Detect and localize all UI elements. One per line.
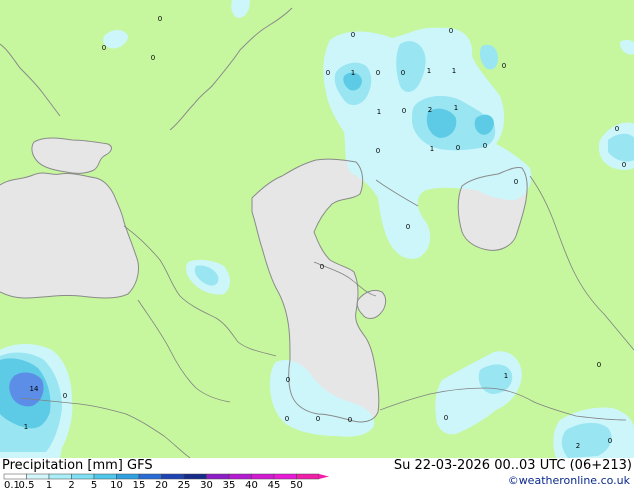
point-value: 0 bbox=[102, 44, 106, 52]
point-value: 0 bbox=[326, 69, 330, 77]
legend-label: 2 bbox=[68, 480, 74, 490]
legend-swatch bbox=[206, 473, 230, 480]
point-value: 0 bbox=[402, 107, 406, 115]
point-value: 0 bbox=[63, 392, 67, 400]
point-value: 0 bbox=[514, 178, 518, 186]
point-value: 0 bbox=[401, 69, 405, 77]
copyright-link[interactable]: ©weatheronline.co.uk bbox=[508, 475, 630, 486]
legend-arrow bbox=[319, 474, 329, 479]
legend-label: 40 bbox=[245, 480, 258, 490]
legend-swatch bbox=[161, 473, 185, 480]
point-value: 0 bbox=[608, 437, 612, 445]
point-value: 1 bbox=[427, 67, 431, 75]
precipitation-map: 0 0 0 0 0 0 1 0 0 1 1 0 1 0 2 1 0 1 0 0 0 0 0 0 0 0 1 0 14 0 1 0 0 0 0 2 0 bbox=[0, 0, 634, 458]
legend-label: 20 bbox=[155, 480, 168, 490]
legend-label: 35 bbox=[223, 480, 236, 490]
point-value: 0 bbox=[597, 361, 601, 369]
legend-swatch bbox=[296, 473, 320, 480]
legend-label: 15 bbox=[133, 480, 146, 490]
legend-label: 0.5 bbox=[19, 480, 35, 490]
point-value: 0 bbox=[348, 416, 352, 424]
legend-swatch bbox=[48, 473, 72, 480]
legend-swatch bbox=[26, 473, 50, 480]
map-footer: Precipitation [mm] GFS Su 22-03-2026 00.… bbox=[0, 458, 634, 490]
point-value: 0 bbox=[285, 415, 289, 423]
point-value: 1 bbox=[452, 67, 456, 75]
point-value: 1 bbox=[377, 108, 381, 116]
point-value: 0 bbox=[320, 263, 324, 271]
point-value: 14 bbox=[30, 385, 39, 393]
point-value: 0 bbox=[376, 147, 380, 155]
legend-label: 25 bbox=[178, 480, 191, 490]
legend-swatch bbox=[251, 473, 275, 480]
point-value: 2 bbox=[576, 442, 580, 450]
legend-swatch bbox=[3, 473, 27, 480]
legend-label: 30 bbox=[200, 480, 213, 490]
point-value: 0 bbox=[376, 69, 380, 77]
point-value: 0 bbox=[449, 27, 453, 35]
legend-label: 5 bbox=[91, 480, 97, 490]
legend-swatch bbox=[183, 473, 207, 480]
point-value: 1 bbox=[24, 423, 28, 431]
point-value: 0 bbox=[483, 142, 487, 150]
point-value: 0 bbox=[444, 414, 448, 422]
point-value: 1 bbox=[351, 69, 355, 77]
point-value: 1 bbox=[504, 372, 508, 380]
point-value: 0 bbox=[502, 62, 506, 70]
legend-label: 10 bbox=[110, 480, 123, 490]
valid-time: Su 22-03-2026 00..03 UTC (06+213) bbox=[393, 458, 632, 473]
legend-label: 0.1 bbox=[4, 480, 20, 490]
legend-label: 1 bbox=[46, 480, 52, 490]
legend-swatch bbox=[71, 473, 95, 480]
legend-swatch bbox=[93, 473, 117, 480]
legend-swatch bbox=[138, 473, 162, 480]
point-value: 0 bbox=[158, 15, 162, 23]
point-value: 1 bbox=[454, 104, 458, 112]
legend-swatch bbox=[273, 473, 297, 480]
point-value: 0 bbox=[456, 144, 460, 152]
legend-swatch bbox=[116, 473, 140, 480]
point-value: 0 bbox=[615, 125, 619, 133]
point-value: 0 bbox=[351, 31, 355, 39]
point-value: 1 bbox=[430, 145, 434, 153]
point-value: 0 bbox=[622, 161, 626, 169]
product-title: Precipitation [mm] GFS bbox=[2, 458, 153, 473]
map-canvas: 0 0 0 0 0 0 1 0 0 1 1 0 1 0 2 1 0 1 0 0 0 0 0 0 0 0 1 0 14 0 1 0 0 0 0 2 0 bbox=[0, 0, 634, 458]
legend-label: 45 bbox=[268, 480, 281, 490]
point-value: 0 bbox=[286, 376, 290, 384]
point-value: 0 bbox=[316, 415, 320, 423]
legend-label: 50 bbox=[290, 480, 303, 490]
point-value: 2 bbox=[428, 106, 432, 114]
point-value: 0 bbox=[406, 223, 410, 231]
point-value: 0 bbox=[151, 54, 155, 62]
legend-swatch bbox=[228, 473, 252, 480]
precipitation-legend: 0.10.5 1 2 5 10 15 20 25 30 35 40 45 50 bbox=[3, 473, 329, 490]
